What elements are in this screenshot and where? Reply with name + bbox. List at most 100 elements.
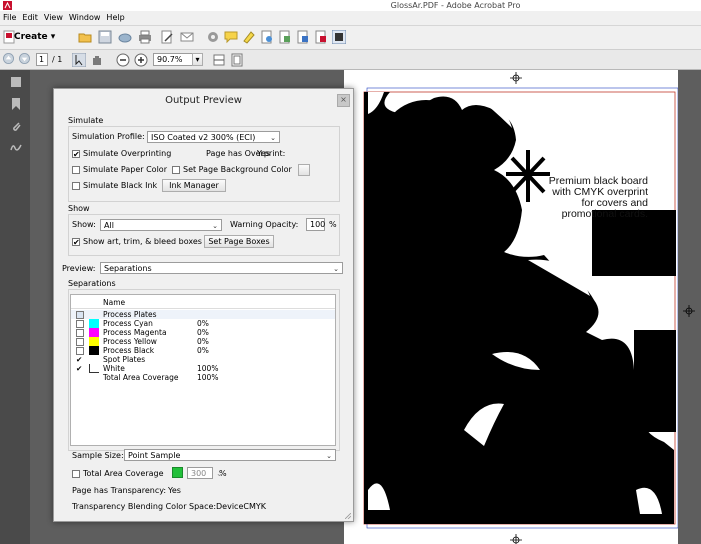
set-page-bg-color-checkbox[interactable] [172, 166, 180, 174]
email-icon[interactable] [180, 30, 194, 44]
transparency-blend-space-label: Transparency Blending Color Space: [72, 502, 217, 511]
separation-name: Total Area Coverage [103, 373, 179, 382]
row-checkbox[interactable] [76, 329, 84, 337]
color-swatch [89, 346, 99, 355]
edit-icon[interactable] [160, 30, 174, 44]
row-checkbox[interactable] [76, 311, 84, 319]
window-title: GlossAr.PDF - Adobe Acrobat Pro [390, 1, 521, 10]
preview-value: Separations [104, 264, 152, 273]
separation-name: Spot Plates [103, 355, 146, 364]
list-item[interactable]: ✔ Spot Plates [71, 355, 335, 364]
header-divider [71, 308, 335, 309]
nav-toolbar: 1 / 1 90.7% ▾ [0, 50, 701, 70]
fit-width-icon[interactable] [212, 53, 226, 67]
combine-icon[interactable] [296, 30, 310, 44]
simulate-paper-color-label: Simulate Paper Color [83, 165, 167, 174]
page-number-input[interactable]: 1 [36, 53, 48, 66]
title-bar: GlossAr.PDF - Adobe Acrobat Pro [0, 0, 701, 11]
export-icon[interactable] [278, 30, 292, 44]
tools-icon[interactable] [314, 30, 328, 44]
black-artwork [364, 92, 676, 524]
show-boxes-checkbox[interactable]: ✔ [72, 238, 80, 247]
chevron-down-icon: ⌄ [326, 452, 332, 460]
menu-edit[interactable]: Edit [19, 11, 41, 25]
resize-grip-icon[interactable] [345, 513, 351, 519]
total-area-coverage-label: Total Area Coverage [83, 469, 164, 478]
previous-page-icon[interactable] [3, 53, 14, 64]
sample-size-select[interactable]: Point Sample ⌄ [124, 449, 336, 461]
output-preview-icon[interactable] [332, 30, 346, 44]
row-checkbox[interactable] [76, 320, 84, 328]
preview-select[interactable]: Separations ⌄ [100, 262, 343, 274]
row-checkbox[interactable] [76, 347, 84, 355]
comment-icon[interactable] [224, 30, 238, 44]
warning-opacity-label: Warning Opacity: [230, 220, 299, 229]
upload-cloud-icon[interactable] [118, 30, 132, 44]
show-select[interactable]: All ⌄ [100, 219, 222, 231]
menu-bar: File Edit View Window Help [0, 11, 701, 26]
main-toolbar: Create ▾ [0, 26, 701, 50]
list-item[interactable]: Process Black 0% [71, 346, 335, 355]
menu-window[interactable]: Window [66, 11, 104, 25]
attachments-icon[interactable] [10, 120, 22, 132]
print-icon[interactable] [138, 30, 152, 44]
bookmarks-icon[interactable] [11, 98, 21, 110]
page-bg-color-swatch[interactable] [298, 164, 310, 176]
output-preview-dialog: Output Preview × Simulate Simulation Pro… [53, 88, 354, 522]
select-tool-icon[interactable] [72, 53, 86, 67]
stamp-icon[interactable] [260, 30, 274, 44]
sample-size-value: Point Sample [128, 451, 181, 460]
separation-percent: 0% [197, 337, 209, 346]
page-has-overprint-value: Yes [257, 149, 270, 158]
sample-size-label: Sample Size: [72, 451, 124, 460]
list-item[interactable]: Process Cyan 0% [71, 319, 335, 328]
list-item[interactable]: ✔ White 100% [71, 364, 335, 373]
simulation-profile-select[interactable]: ISO Coated v2 300% (ECI) ⌄ [147, 131, 280, 143]
next-page-icon[interactable] [19, 53, 30, 64]
save-icon[interactable] [98, 30, 112, 44]
menu-view[interactable]: View [41, 11, 66, 25]
dialog-title: Output Preview [165, 95, 242, 106]
highlight-icon[interactable] [242, 30, 256, 44]
simulate-overprinting-checkbox[interactable]: ✔ [72, 150, 80, 159]
settings-gear-icon[interactable] [206, 30, 220, 44]
tac-value-select[interactable]: 300 [187, 467, 213, 479]
simulate-paper-color-checkbox[interactable] [72, 166, 80, 174]
zoom-dropdown-button[interactable]: ▾ [192, 53, 203, 66]
zoom-select[interactable]: 90.7% [153, 53, 193, 66]
page-thumbnails-icon[interactable] [10, 76, 22, 88]
pdf-page: Premium black board with CMYK overprint … [344, 70, 678, 544]
list-item[interactable]: Process Yellow 0% [71, 337, 335, 346]
simulate-black-ink-label: Simulate Black Ink [83, 181, 158, 190]
open-folder-icon[interactable] [78, 30, 92, 44]
zoom-out-icon[interactable] [116, 53, 130, 67]
preview-label: Preview: [62, 264, 96, 273]
signatures-icon[interactable] [10, 142, 22, 152]
fit-page-icon[interactable] [230, 53, 244, 67]
simulate-group-label: Simulate [68, 116, 104, 125]
hand-tool-icon[interactable] [90, 53, 104, 67]
tac-color-swatch[interactable] [172, 467, 183, 478]
chevron-down-icon: ▾ [195, 55, 200, 64]
list-item[interactable]: Process Plates [71, 310, 335, 319]
row-checkmark[interactable]: ✔ [76, 355, 82, 364]
total-area-coverage-checkbox[interactable] [72, 470, 80, 478]
separation-percent: 0% [197, 346, 209, 355]
list-item[interactable]: Process Magenta 0% [71, 328, 335, 337]
color-swatch [89, 364, 99, 373]
row-checkbox[interactable] [76, 338, 84, 346]
row-checkmark[interactable]: ✔ [76, 364, 82, 373]
simulate-black-ink-checkbox[interactable] [72, 182, 80, 190]
separations-list: Name Process Plates Process Cyan 0% Proc… [70, 294, 336, 446]
ink-manager-button[interactable]: Ink Manager [162, 179, 226, 192]
color-swatch [89, 319, 99, 328]
set-page-boxes-button[interactable]: Set Page Boxes [204, 235, 274, 248]
navigation-pane [0, 70, 30, 544]
zoom-in-icon[interactable] [134, 53, 148, 67]
create-button[interactable]: Create ▾ [14, 30, 55, 45]
menu-file[interactable]: File [0, 11, 19, 25]
create-label: Create [14, 32, 48, 42]
close-button[interactable]: × [337, 94, 350, 107]
menu-help[interactable]: Help [103, 11, 127, 25]
warning-opacity-input[interactable]: 100 [306, 218, 325, 231]
